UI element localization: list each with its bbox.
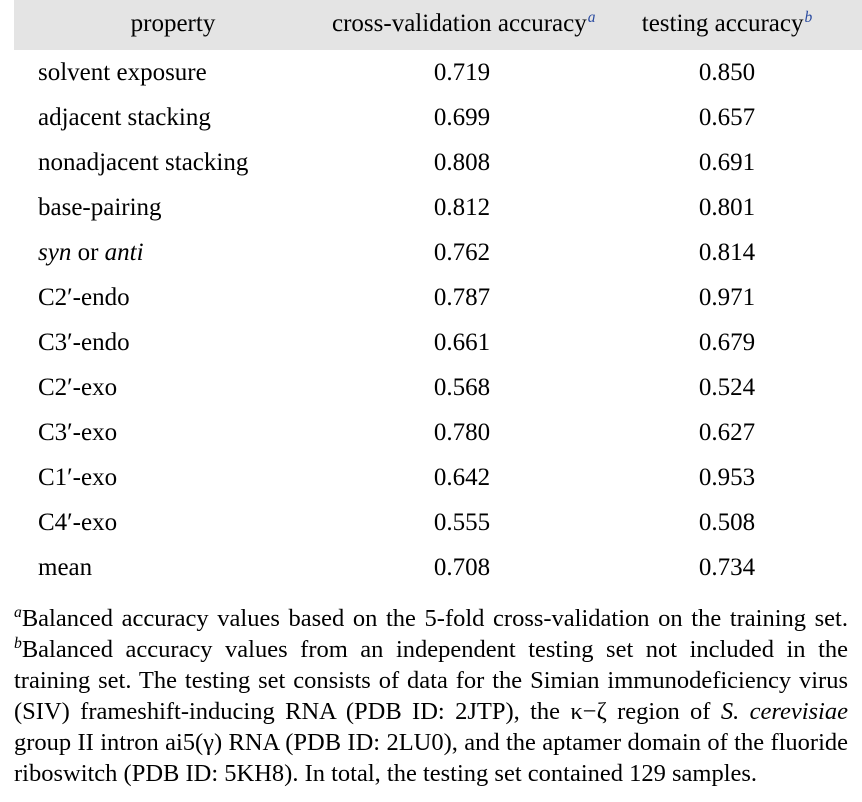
table-row: C2′-exo 0.568 0.524 [14, 365, 862, 410]
footnote-a-marker: a [14, 603, 22, 621]
column-header-testing-accuracy: testing accuracyb [592, 0, 862, 50]
table-header-row: property cross-validation accuracya test… [14, 0, 862, 50]
cell-testing-accuracy: 0.524 [698, 373, 756, 401]
table-row: mean 0.708 0.734 [14, 545, 862, 590]
column-header-cross-validation-accuracy-label: cross-validation accuracy [332, 10, 587, 37]
footnote-mark-b: b [804, 8, 813, 26]
cell-testing-accuracy: 0.850 [698, 58, 756, 86]
cell-testing-accuracy: 0.691 [698, 148, 756, 176]
cell-property: C1′-exo [38, 463, 118, 491]
property-conjunction-or: or [71, 238, 105, 266]
table-row: C3′-exo 0.780 0.627 [14, 410, 862, 455]
cell-testing-accuracy: 0.657 [698, 103, 756, 131]
cell-cross-validation-accuracy: 0.787 [433, 283, 491, 311]
cell-cross-validation-accuracy: 0.699 [433, 103, 491, 131]
table-row: C2′-endo 0.787 0.971 [14, 275, 862, 320]
cell-property: C3′-endo [38, 328, 130, 356]
table-row: base-pairing 0.812 0.801 [14, 185, 862, 230]
table-row: adjacent stacking 0.699 0.657 [14, 95, 862, 140]
table-row: syn or anti 0.762 0.814 [14, 230, 862, 275]
cell-testing-accuracy: 0.814 [698, 238, 756, 266]
cell-cross-validation-accuracy: 0.812 [433, 193, 491, 221]
cell-property: adjacent stacking [38, 103, 211, 131]
table-row: C3′-endo 0.661 0.679 [14, 320, 862, 365]
footnote-mark-a: a [587, 8, 596, 26]
cell-cross-validation-accuracy: 0.780 [433, 418, 491, 446]
cell-testing-accuracy: 0.679 [698, 328, 756, 356]
table-row: C1′-exo 0.642 0.953 [14, 455, 862, 500]
cell-testing-accuracy: 0.971 [698, 283, 756, 311]
cell-cross-validation-accuracy: 0.719 [433, 58, 491, 86]
accuracy-table-container: property cross-validation accuracya test… [0, 0, 862, 790]
cell-testing-accuracy: 0.627 [698, 418, 756, 446]
cell-cross-validation-accuracy: 0.642 [433, 463, 491, 491]
table-footnotes: aBalanced accuracy values based on the 5… [14, 604, 848, 790]
table-header: property cross-validation accuracya test… [14, 0, 862, 50]
cell-property: C2′-endo [38, 283, 130, 311]
cell-cross-validation-accuracy: 0.568 [433, 373, 491, 401]
footnote-a-text: Balanced accuracy values based on the 5-… [21, 605, 848, 632]
column-header-property: property [14, 0, 332, 50]
accuracy-table: property cross-validation accuracya test… [14, 0, 862, 590]
cell-cross-validation-accuracy: 0.661 [433, 328, 491, 356]
cell-property: syn or anti [14, 230, 332, 275]
column-header-testing-accuracy-label: testing accuracy [641, 10, 804, 37]
column-header-cross-validation-accuracy: cross-validation accuracya [332, 0, 596, 50]
cell-testing-accuracy: 0.801 [698, 193, 756, 221]
property-term-anti: anti [104, 238, 144, 266]
cell-property: nonadjacent stacking [38, 148, 249, 176]
footnote-b-text-part2: group II intron ai5(γ) RNA (PDB ID: 2LU0… [14, 728, 848, 787]
cell-testing-accuracy: 0.953 [698, 463, 756, 491]
table-row: nonadjacent stacking 0.808 0.691 [14, 140, 862, 185]
property-term-syn: syn [38, 238, 72, 266]
table-body: solvent exposure 0.719 0.850 adjacent stack… [14, 50, 862, 590]
cell-property: solvent exposure [38, 58, 207, 86]
cell-cross-validation-accuracy: 0.555 [433, 508, 491, 536]
cell-property: C3′-exo [38, 418, 118, 446]
cell-property: C2′-exo [38, 373, 118, 401]
cell-property: C4′-exo [38, 508, 118, 536]
cell-cross-validation-accuracy: 0.808 [433, 148, 491, 176]
table-row: C4′-exo 0.555 0.508 [14, 500, 862, 545]
cell-testing-accuracy: 0.508 [698, 508, 756, 536]
table-row: solvent exposure 0.719 0.850 [14, 50, 862, 95]
cell-testing-accuracy: 0.734 [698, 553, 756, 581]
cell-cross-validation-accuracy: 0.708 [433, 553, 491, 581]
footnote-b-marker: b [14, 634, 22, 652]
cell-property: base-pairing [38, 193, 162, 221]
column-header-property-label: property [130, 10, 216, 37]
cell-cross-validation-accuracy: 0.762 [433, 238, 491, 266]
cell-property: mean [38, 553, 93, 581]
footnote-b-species-name: S. cerevisiae [720, 697, 848, 725]
